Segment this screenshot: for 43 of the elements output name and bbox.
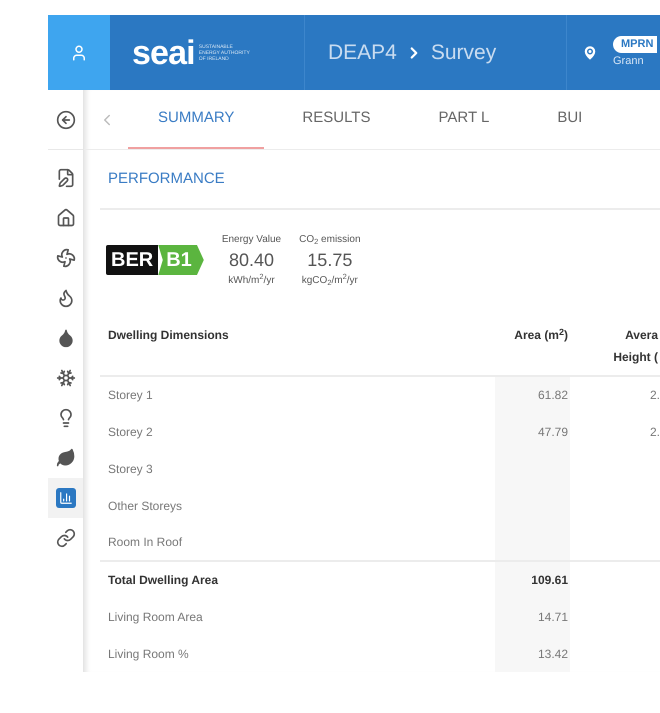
- leaf-icon: [56, 448, 76, 468]
- tab[interactable]: SUMMARY: [128, 90, 264, 149]
- table-cell: Other Storeys: [108, 498, 182, 512]
- table-cell: Storey 3: [108, 462, 153, 476]
- table-cell: 109.61: [531, 573, 568, 587]
- table-cell: Living Room %: [108, 646, 189, 660]
- table-cell: Total Dwelling Area: [108, 573, 218, 587]
- table-cell: 61.82: [538, 388, 568, 402]
- document-pen-icon: [56, 168, 76, 188]
- metric-value: 15.75: [307, 251, 352, 269]
- bar-chart-icon: [56, 488, 76, 508]
- tab[interactable]: RESULTS: [272, 90, 400, 149]
- tab[interactable]: PART L: [408, 90, 520, 149]
- user-icon: [70, 44, 88, 62]
- table-cell: Storey 1: [108, 388, 153, 402]
- section-title: PERFORMANCE: [108, 168, 225, 189]
- table-cell: 2.: [650, 388, 660, 402]
- table-cell: 2.: [650, 424, 660, 438]
- breadcrumb-item[interactable]: DEAP4: [328, 36, 397, 68]
- breadcrumb-item[interactable]: Survey: [430, 36, 496, 68]
- table-cell: Storey 2: [108, 424, 153, 438]
- metric-value: 80.40: [228, 251, 274, 269]
- fan-icon: [56, 248, 76, 268]
- tab[interactable]: BUI: [527, 90, 612, 149]
- table-cell: Room In Roof: [108, 535, 182, 549]
- table-cell: 13.42: [538, 646, 568, 660]
- link-icon: [56, 528, 76, 548]
- location-text: Grann: [613, 54, 644, 68]
- metric-unit: kWh/m$^{2}$/yr: [228, 273, 275, 288]
- metric-unit: kgCO$_{2}$/m$^{2}$/yr: [302, 273, 358, 288]
- table-cell: 14.71: [538, 610, 568, 624]
- mprn-badge: MPRN: [613, 36, 658, 52]
- column-header: Avera Height (: [612, 327, 658, 366]
- column-header: Dwelling Dimensions: [108, 328, 229, 342]
- snowflake-icon: [56, 368, 76, 388]
- metric-label: CO$_{2}$ emission: [299, 233, 361, 247]
- column-header: Area (m$^{2}$): [514, 328, 568, 342]
- sidebar-item[interactable]: [48, 478, 83, 518]
- back-icon: [56, 110, 76, 130]
- house-icon: [56, 208, 76, 228]
- table-cell: 47.79: [538, 424, 568, 438]
- table-cell: Living Room Area: [108, 610, 203, 624]
- metric-label: Energy Value: [222, 233, 282, 247]
